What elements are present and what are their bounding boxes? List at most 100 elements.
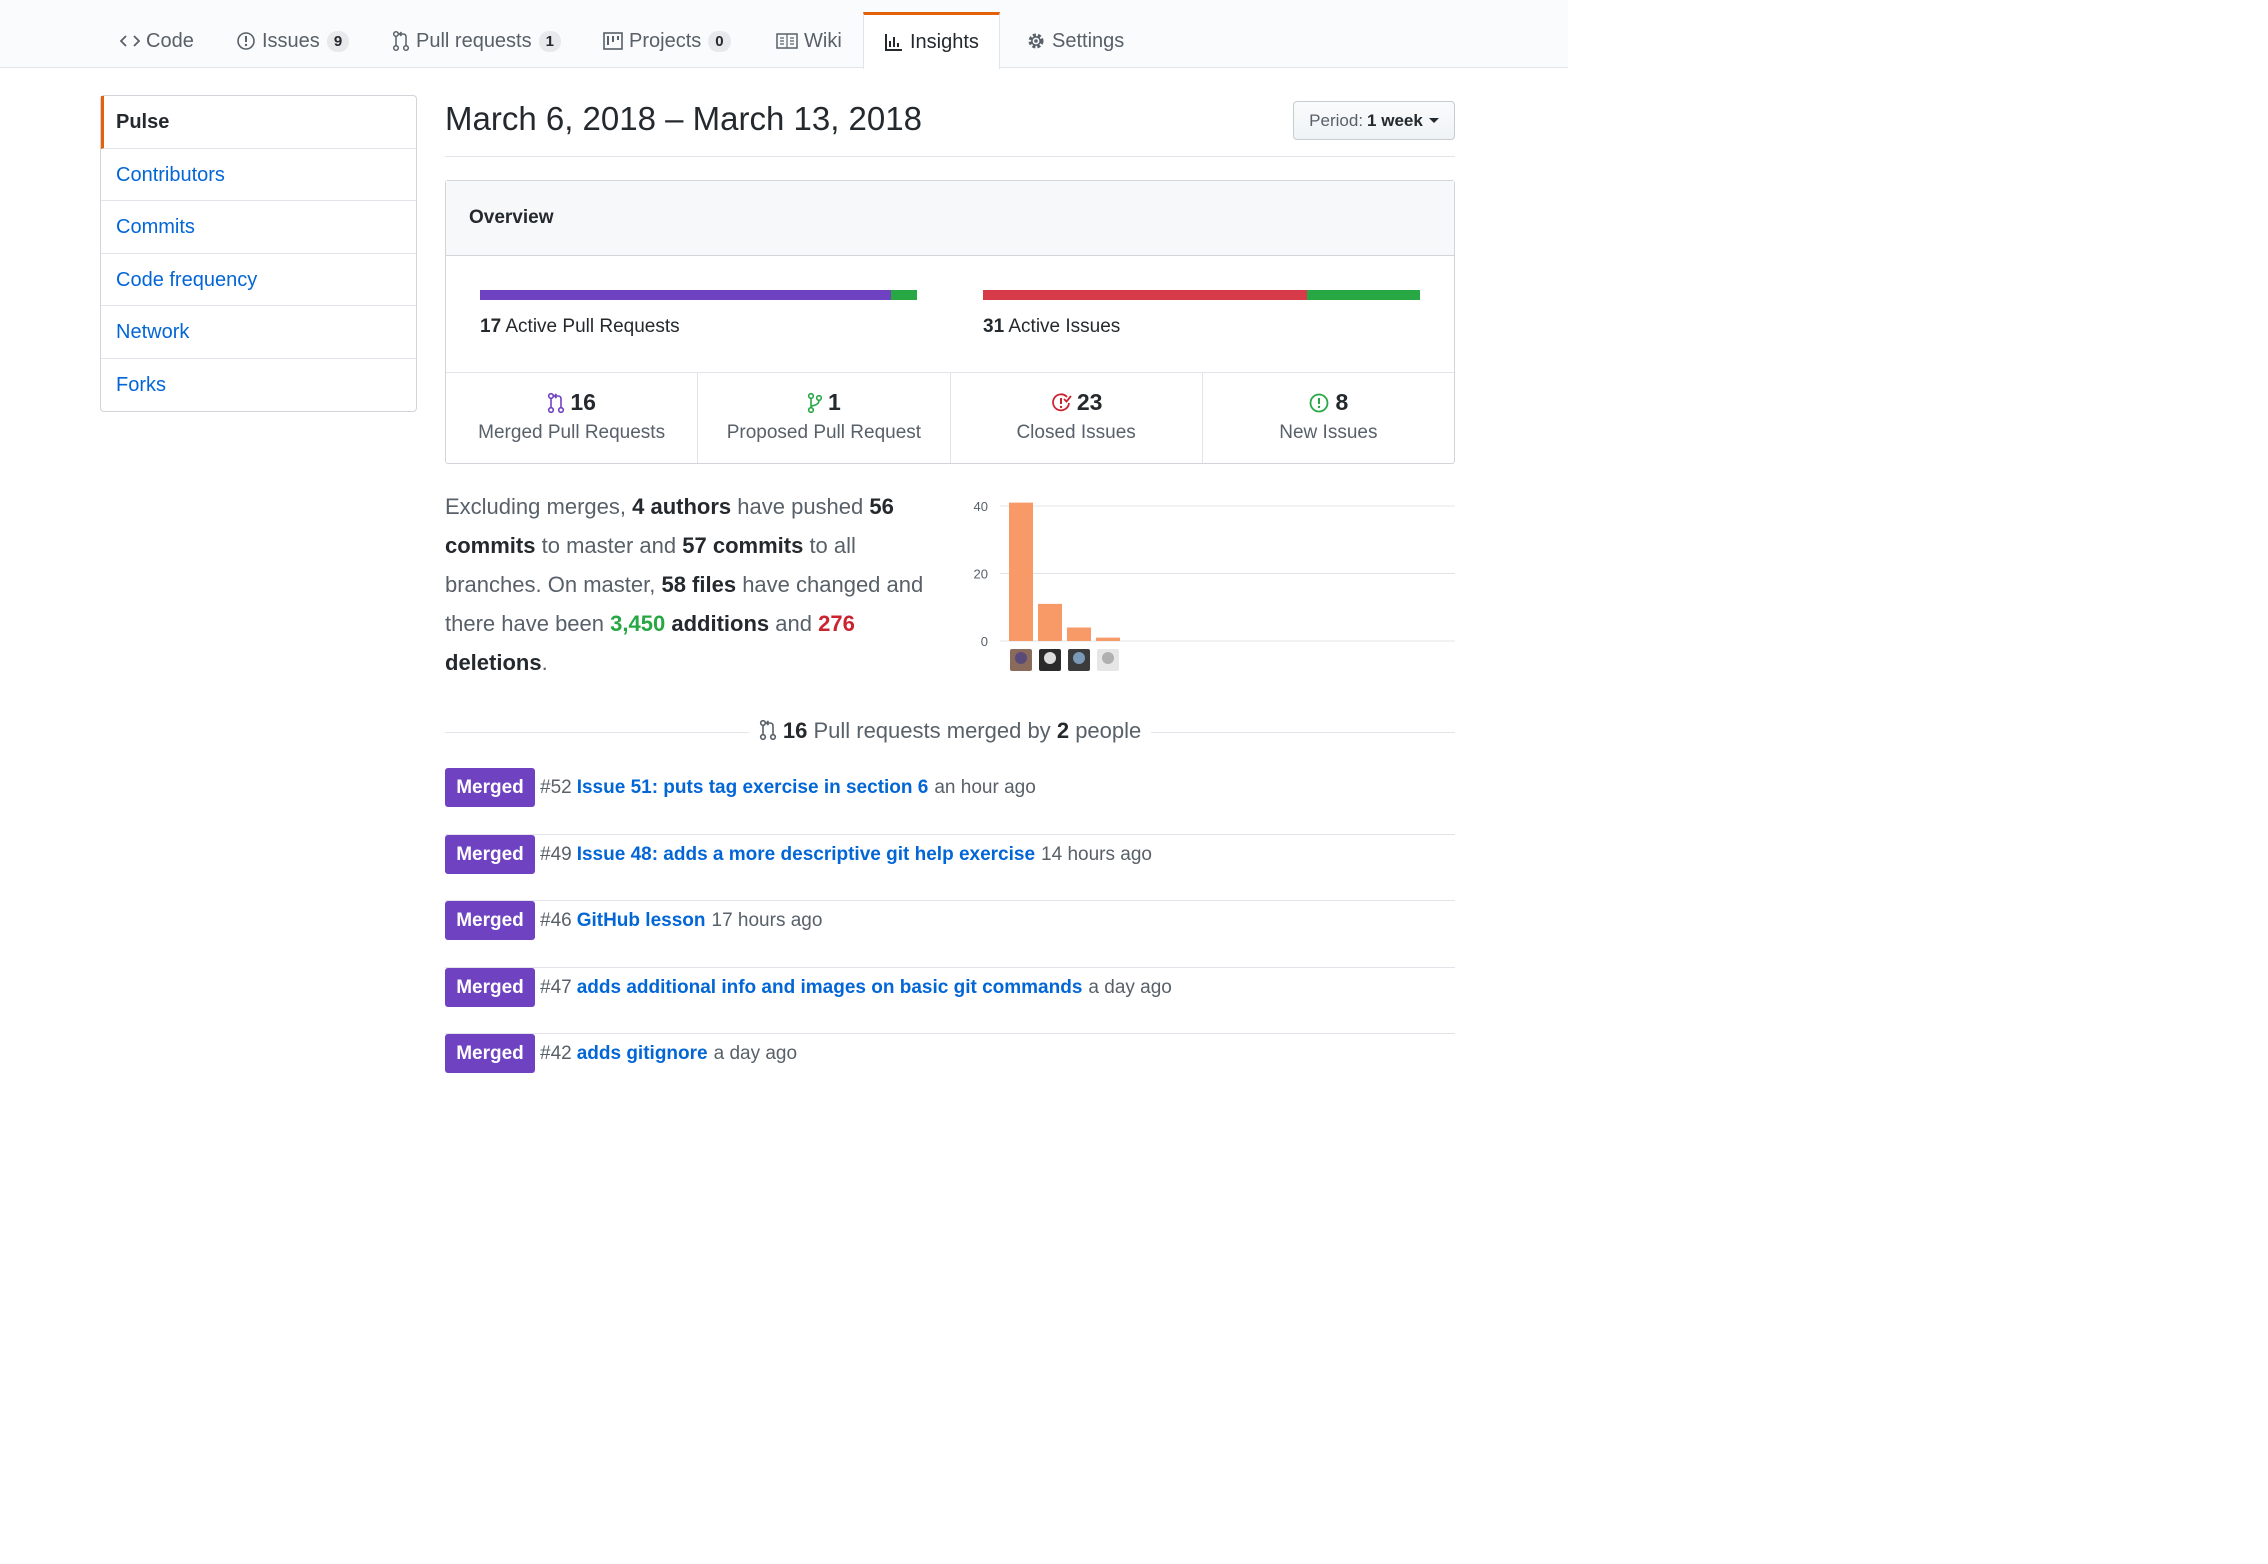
tab-label: Wiki [804, 29, 842, 52]
authors-count: 4 authors [632, 494, 732, 519]
caret-down-icon [1428, 118, 1439, 123]
pr-title-link[interactable]: Issue 51: puts tag exercise in section 6 [577, 768, 929, 808]
tab-label: Pull requests [416, 29, 532, 52]
git-merge-icon [759, 719, 777, 747]
graph-icon [884, 32, 904, 52]
sidebar-item-code-frequency[interactable]: Code frequency [101, 254, 416, 306]
period-value: 1 week [1367, 110, 1423, 130]
sidebar-item-forks[interactable]: Forks [101, 359, 416, 412]
list-item: Merged #49 Issue 48: adds a more descrip… [445, 834, 1455, 901]
period-select-button[interactable]: Period: 1 week [1293, 101, 1455, 140]
list-item: Merged #42 adds gitignore a day ago [445, 1034, 1455, 1101]
stat-proposed-pull-request[interactable]: 1 Proposed Pull Request [698, 373, 951, 463]
issue-progress-bar[interactable] [983, 290, 1420, 300]
stat-label: Closed Issues [1016, 422, 1136, 443]
merged-badge: Merged [445, 834, 535, 874]
author-avatar-face [1015, 652, 1027, 664]
commit-bar [1009, 502, 1033, 641]
pr-number: #42 [540, 1043, 572, 1064]
people-count: 2 [1056, 718, 1070, 743]
active-pull-requests-label[interactable]: 17 Active Pull Requests [480, 316, 680, 338]
merged-segment [480, 290, 891, 300]
merged-badge: Merged [445, 967, 535, 1007]
pr-number: #52 [540, 777, 572, 798]
tab-issues[interactable]: Issues 9 [236, 14, 350, 68]
stat-merged-pull-requests[interactable]: 16 Merged Pull Requests [446, 373, 699, 463]
stat-number: 16 [570, 389, 596, 415]
author-avatar-face [1044, 652, 1056, 664]
merged-text: people [1075, 718, 1142, 743]
files-changed-count: 58 files [661, 572, 737, 597]
overview-heading: Overview [446, 181, 1454, 256]
list-item: Merged #52 Issue 51: puts tag exercise i… [445, 768, 1455, 835]
summary-text: to master and [541, 533, 677, 558]
issues-counter: 9 [326, 30, 350, 52]
overview-panel: Overview 17 Active Pull Requests 31 Acti… [445, 180, 1455, 464]
sidebar-item-contributors[interactable]: Contributors [101, 149, 416, 201]
deletions-count: 276 [818, 611, 855, 636]
tab-label: Issues [262, 29, 320, 52]
new-segment [1307, 290, 1420, 300]
stat-number: 23 [1076, 389, 1103, 415]
commit-bar [1067, 627, 1091, 641]
tab-label: Insights [910, 30, 979, 53]
pr-title-link[interactable]: Issue 48: adds a more descriptive git he… [577, 835, 1035, 875]
stat-label: Proposed Pull Request [726, 422, 922, 443]
tab-insights[interactable]: Insights [863, 12, 1000, 69]
tab-wiki[interactable]: Wiki [776, 14, 842, 68]
pull-requests-counter: 1 [538, 30, 561, 52]
overview-stats: 16 Merged Pull Requests 1 Proposed Pull … [446, 373, 1454, 463]
sidebar-item-commits[interactable]: Commits [101, 201, 416, 254]
summary-text: . [541, 650, 548, 675]
commit-summary: Excluding merges, 4 authors have pushed … [445, 487, 945, 682]
pr-number: #49 [540, 843, 572, 865]
y-tick-label: 40 [974, 499, 988, 514]
y-tick-label: 0 [981, 634, 988, 649]
issue-closed-icon [1050, 392, 1072, 414]
active-pr-text: Active Pull Requests [505, 316, 680, 337]
deletions-word: deletions [445, 650, 542, 675]
tab-settings[interactable]: Settings [1026, 14, 1124, 68]
commit-bar [1038, 603, 1062, 641]
pr-title-link[interactable]: adds gitignore [577, 1034, 708, 1074]
pr-time: 14 hours ago [1041, 843, 1152, 865]
sidebar-item-pulse[interactable]: Pulse [101, 96, 416, 149]
overview-progress-bars: 17 Active Pull Requests 31 Active Issues [446, 256, 1454, 373]
active-issues-label[interactable]: 31 Active Issues [983, 316, 1120, 338]
stat-closed-issues[interactable]: 23 Closed Issues [951, 373, 1203, 463]
list-item: Merged #46 GitHub lesson 17 hours ago [445, 901, 1455, 968]
code-icon [120, 33, 140, 49]
stat-new-issues[interactable]: 8 New Issues [1203, 373, 1454, 463]
tab-label: Code [146, 29, 194, 52]
merged-pull-requests-heading: 16 Pull requests merged by 2 people [445, 718, 1455, 750]
summary-text: and [775, 611, 812, 636]
author-avatar-face [1073, 652, 1085, 664]
tab-pull-requests[interactable]: Pull requests 1 [392, 14, 561, 68]
merged-badge: Merged [445, 768, 535, 807]
pull-request-progress-bar[interactable] [480, 290, 917, 300]
git-merge-icon [547, 392, 565, 414]
pr-title-link[interactable]: adds additional info and images on basic… [577, 968, 1083, 1008]
project-icon [603, 31, 623, 51]
tab-code[interactable]: Code [120, 14, 194, 68]
summary-text: have pushed [737, 494, 864, 519]
issue-opened-icon [1308, 392, 1330, 414]
additions-word: additions [671, 611, 770, 636]
projects-counter: 0 [708, 30, 731, 52]
sidebar-item-network[interactable]: Network [101, 306, 416, 359]
pr-time: an hour ago [934, 777, 1036, 798]
pr-time: a day ago [713, 1043, 798, 1064]
repo-nav-tabs: Code Issues 9 Pull requests 1 Projects 0… [0, 0, 1568, 69]
git-pull-request-icon [392, 30, 410, 52]
active-pr-count: 17 [480, 316, 502, 337]
pr-time: a day ago [1088, 976, 1172, 998]
tab-projects[interactable]: Projects 0 [603, 14, 731, 68]
summary-text: Excluding merges, [445, 494, 626, 519]
pr-number: #46 [540, 910, 572, 931]
commit-bar [1096, 637, 1120, 641]
commits-by-author-chart: 0 20 40 [974, 499, 1455, 671]
pr-title-link[interactable]: GitHub lesson [577, 901, 706, 941]
pr-number: #47 [540, 976, 572, 998]
git-pull-request-icon [807, 392, 823, 414]
title-divider [445, 156, 1455, 157]
